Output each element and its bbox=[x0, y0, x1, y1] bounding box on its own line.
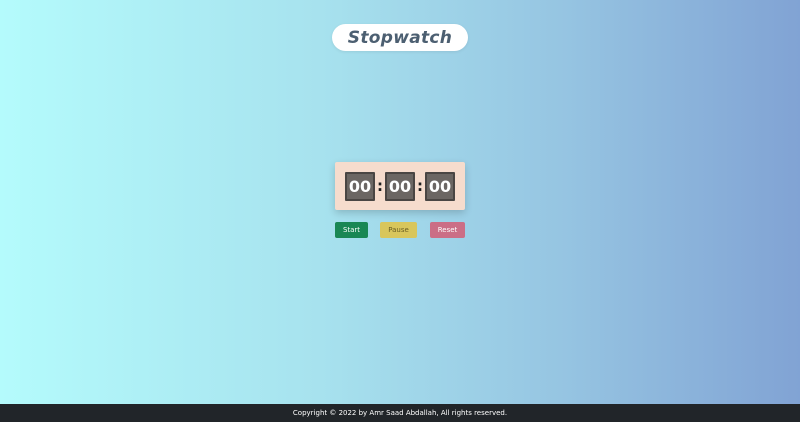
time-separator: : bbox=[417, 177, 423, 195]
footer: Copyright © 2022 by Amr Saad Abdallah, A… bbox=[0, 404, 800, 422]
page-title: Stopwatch bbox=[347, 27, 453, 48]
stopwatch-display: 00 : 00 : 00 bbox=[335, 162, 465, 210]
start-button[interactable]: Start bbox=[335, 222, 368, 238]
seconds-display: 00 bbox=[425, 171, 455, 201]
pause-button[interactable]: Pause bbox=[380, 222, 417, 238]
hours-display: 00 bbox=[345, 171, 375, 201]
page-title-pill: Stopwatch bbox=[332, 24, 468, 51]
reset-button[interactable]: Reset bbox=[430, 222, 465, 238]
minutes-display: 00 bbox=[385, 171, 415, 201]
copyright-text: Copyright © 2022 by Amr Saad Abdallah, A… bbox=[292, 409, 508, 417]
time-separator: : bbox=[377, 177, 383, 195]
